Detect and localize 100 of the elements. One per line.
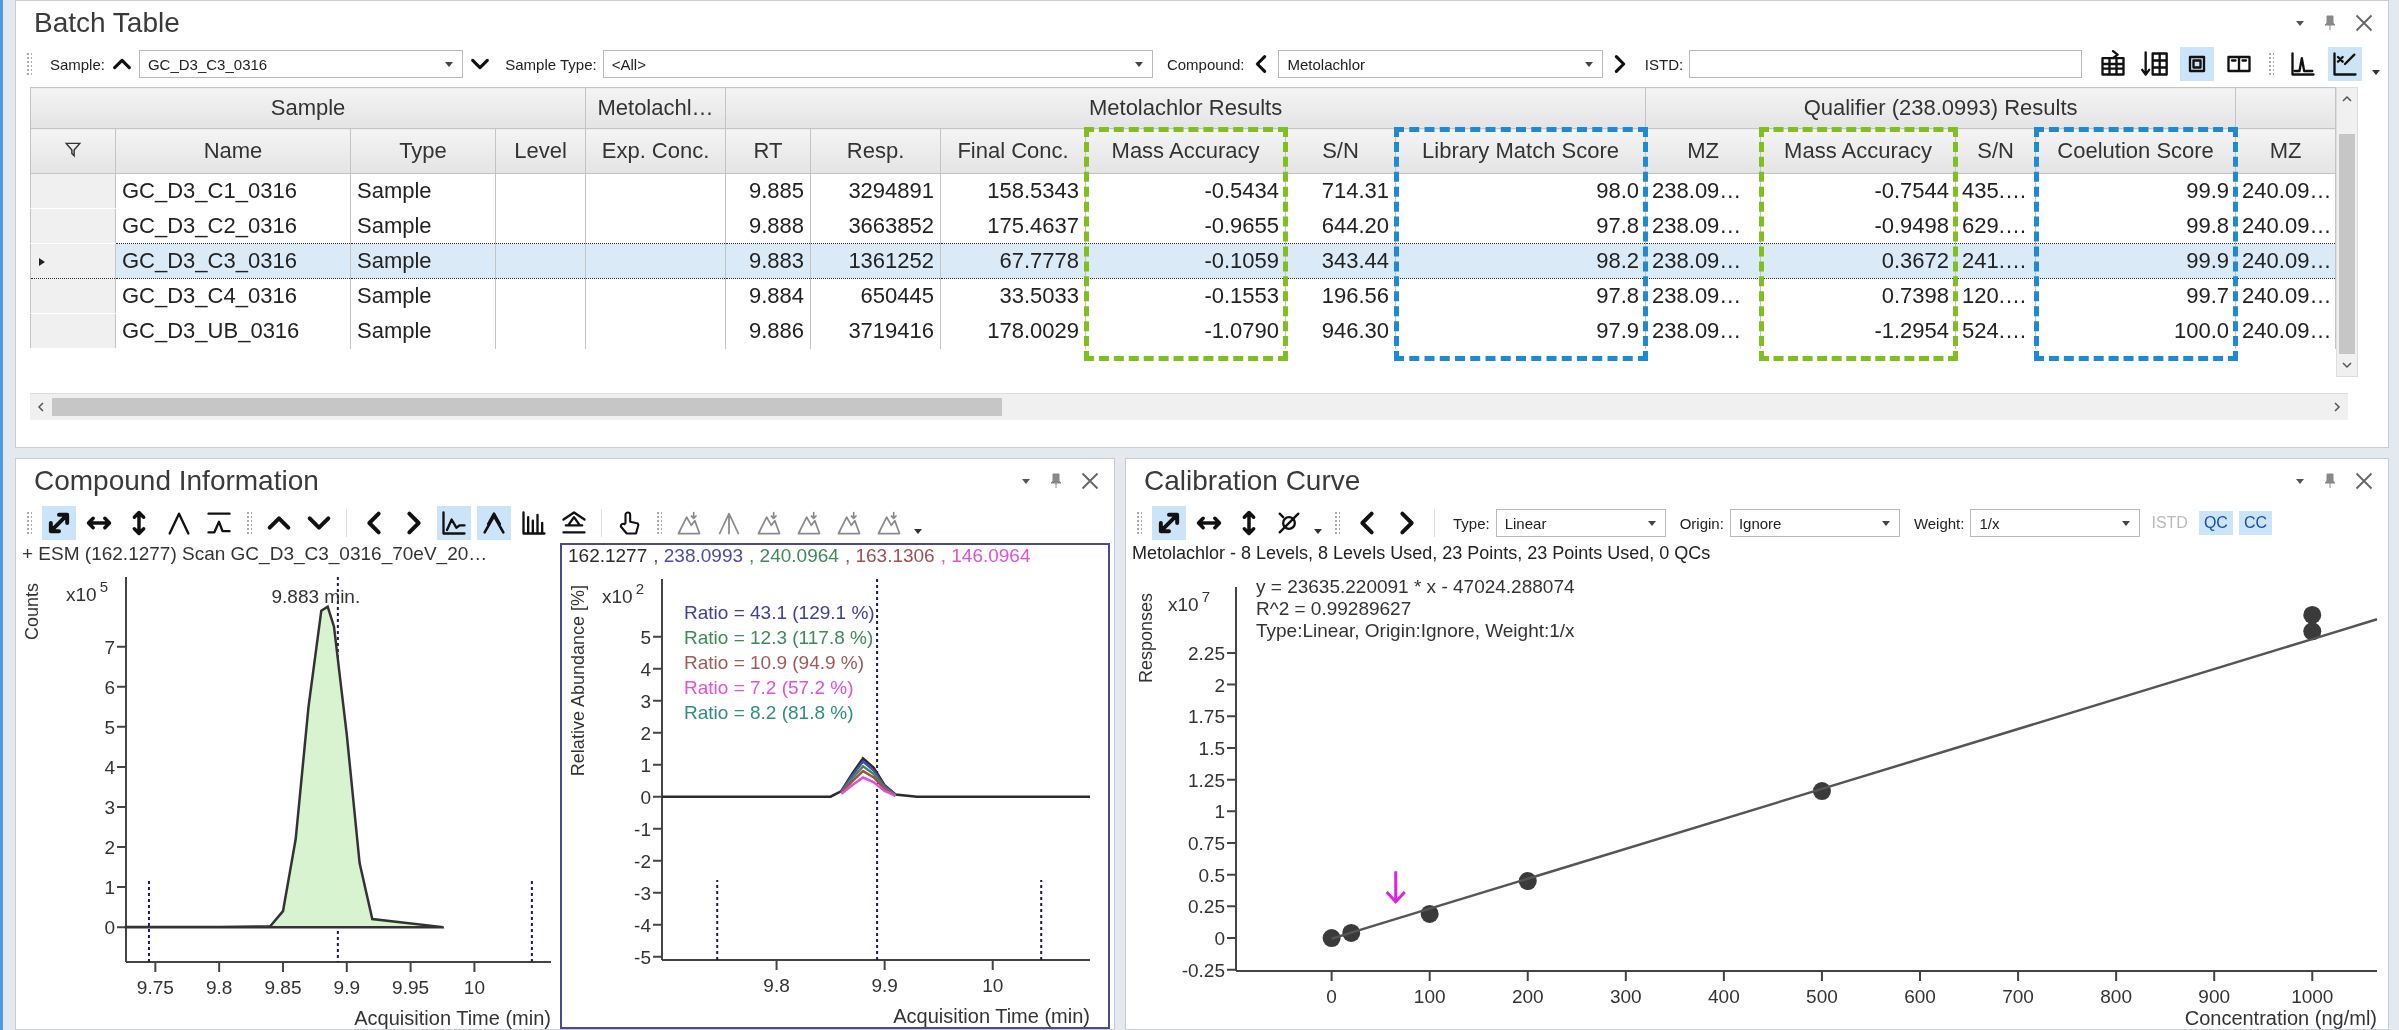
dropdown-caret-icon[interactable] [444, 59, 455, 69]
pin-icon[interactable] [2324, 14, 2336, 32]
field-label: ISTD: [1644, 55, 1684, 73]
close-icon[interactable] [2354, 471, 2374, 491]
dropdown-caret-icon[interactable] [1133, 59, 1144, 69]
column-header[interactable]: MZ [2235, 128, 2336, 174]
data-point[interactable] [2303, 622, 2322, 641]
axis-title: Acquisition Time (min) [893, 1005, 1090, 1027]
tick-label: 300 [1609, 986, 1642, 1007]
scroll-up-icon[interactable] [2341, 94, 2354, 104]
diagonal-arrows-button[interactable] [1152, 506, 1186, 540]
row-header[interactable] [30, 243, 116, 279]
legend-label: , 146.0964 [940, 545, 1031, 568]
column-header[interactable]: S/N [1285, 128, 1396, 174]
table-row[interactable]: GC_D3_UB_0316 Sample 9.886 3719416 178.0029 -1.0790 946.30 97.9 238.09… -1.2954 524.… 100.0 240.09… [30, 313, 2336, 349]
legend-label: , 238.0993 [653, 545, 744, 568]
scroll-thumb[interactable] [2339, 134, 2356, 354]
column-header[interactable]: Level [495, 128, 586, 174]
table-cell: 9.883 [725, 243, 811, 279]
table-row[interactable]: GC_D3_C1_0316 Sample 9.885 3294891 158.5343 -0.5434 714.31 98.0 238.09… -0.7544 435.… 99.9 240.09… [30, 173, 2336, 209]
data-point[interactable] [1812, 782, 1831, 801]
grip-handle[interactable] [26, 52, 32, 76]
tick-label: 9.75 [136, 977, 174, 998]
legend-label: , 240.0964 [749, 545, 839, 568]
scroll-thumb[interactable] [52, 398, 1002, 416]
tick-label: 7 [104, 636, 115, 658]
table-cell: 3294891 [810, 173, 941, 209]
sample-type-dropdown[interactable]: <All> [602, 50, 1153, 78]
column-header[interactable]: Coelution Score [2035, 128, 2236, 174]
tick-label: -2 [634, 850, 651, 872]
scroll-right-icon[interactable] [2332, 401, 2342, 413]
tick-label: 700 [2002, 986, 2034, 1007]
column-header[interactable]: Final Conc. [940, 128, 1086, 174]
grip-handle[interactable] [656, 511, 662, 535]
axis-multiplier: x10$^{5}$ [66, 578, 108, 605]
table-cell: 714.31 [1285, 173, 1396, 209]
column-header[interactable]: Type [350, 128, 496, 174]
column-header[interactable]: MZ [1645, 128, 1761, 174]
dropdown-caret-icon[interactable] [1583, 59, 1594, 69]
stacked-peaks-button[interactable] [477, 506, 511, 540]
tick-label: 0 [104, 917, 115, 939]
single-pane-button[interactable] [2180, 47, 2214, 81]
stacked-peaks-icon [480, 509, 508, 537]
filter-icon[interactable] [64, 140, 82, 158]
column-header[interactable]: RT [725, 128, 811, 174]
close-icon[interactable] [2354, 13, 2374, 33]
table-cell: GC_D3_C3_0316 [115, 243, 351, 279]
table-cell: Sample [350, 278, 496, 314]
data-point[interactable] [1518, 872, 1537, 890]
table-row[interactable]: GC_D3_C3_0316 Sample 9.883 1361252 67.7778 -0.1059 343.44 98.2 238.09… 0.3672 241.… 99.9 240.09… [30, 243, 2336, 279]
column-header[interactable]: Mass Accuracy [1085, 128, 1286, 174]
toggle-button[interactable]: QC [2198, 511, 2233, 535]
sample-dropdown[interactable]: GC_D3_C3_0316 [138, 50, 464, 78]
table-cell: -0.7544 [1760, 173, 1956, 209]
toggle-button[interactable]: CC [2238, 511, 2273, 535]
column-header[interactable]: Mass Accuracy [1760, 128, 1956, 174]
table-cell: 238.09… [1645, 173, 1761, 209]
scroll-left-icon[interactable] [36, 401, 46, 413]
data-point[interactable] [1322, 929, 1341, 948]
chart-peak-button[interactable] [437, 506, 471, 540]
vertical-scrollbar[interactable] [2336, 87, 2359, 377]
setting-dropdown[interactable]: Ignore [1729, 509, 1900, 537]
setting-dropdown[interactable]: Linear [1495, 509, 1666, 537]
grip-handle[interactable] [1334, 511, 1340, 535]
column-header[interactable]: Resp. [810, 128, 941, 174]
grip-handle[interactable] [26, 511, 32, 535]
chart-cross-button[interactable] [2328, 47, 2362, 81]
pin-icon[interactable] [1050, 472, 1062, 490]
diagonal-arrows-button[interactable] [42, 506, 76, 540]
column-header[interactable]: Exp. Conc. [585, 128, 726, 174]
grip-handle[interactable] [1136, 511, 1142, 535]
ratio-label: Ratio = 10.9 (94.9 %) [684, 652, 865, 673]
tick-label: 9.85 [264, 977, 302, 998]
setting-dropdown[interactable]: 1/x [1970, 509, 2141, 537]
column-header[interactable]: S/N [1955, 128, 2036, 174]
compound-dropdown[interactable]: Metolachlor [1278, 50, 1603, 78]
horizontal-scrollbar[interactable] [30, 393, 2348, 420]
tick-label: 0.25 [1188, 896, 1225, 918]
column-header[interactable]: Name [115, 128, 351, 174]
tick-label: 0 [1326, 986, 1337, 1007]
pin-icon[interactable] [2324, 472, 2336, 490]
dropdown-caret-icon[interactable] [1646, 518, 1657, 528]
table-row[interactable]: GC_D3_C4_0316 Sample 9.884 650445 33.5033 -0.1553 196.56 97.8 238.09… 0.7398 120.… 99.7 240.09… [30, 278, 2336, 314]
tick-label: -4 [634, 914, 651, 936]
data-point[interactable] [1420, 904, 1439, 923]
dropdown-caret-icon[interactable] [1880, 518, 1891, 528]
tick-label: 9.8 [763, 975, 790, 996]
data-point[interactable] [1342, 924, 1361, 942]
grip-handle[interactable] [246, 511, 252, 535]
istd-field[interactable] [1689, 50, 2082, 78]
grip-handle[interactable] [2268, 52, 2274, 76]
table-cell: 158.5343 [940, 173, 1086, 209]
scroll-down-icon[interactable] [2341, 360, 2354, 370]
dropdown-caret-icon[interactable] [2121, 518, 2132, 528]
data-point[interactable] [2303, 605, 2322, 624]
tick-label: 9.95 [392, 977, 430, 998]
table-cell: 99.9 [2035, 243, 2236, 279]
column-header[interactable]: Library Match Score [1395, 128, 1646, 174]
close-icon[interactable] [1080, 471, 1100, 491]
tick-label: 0 [640, 786, 651, 808]
